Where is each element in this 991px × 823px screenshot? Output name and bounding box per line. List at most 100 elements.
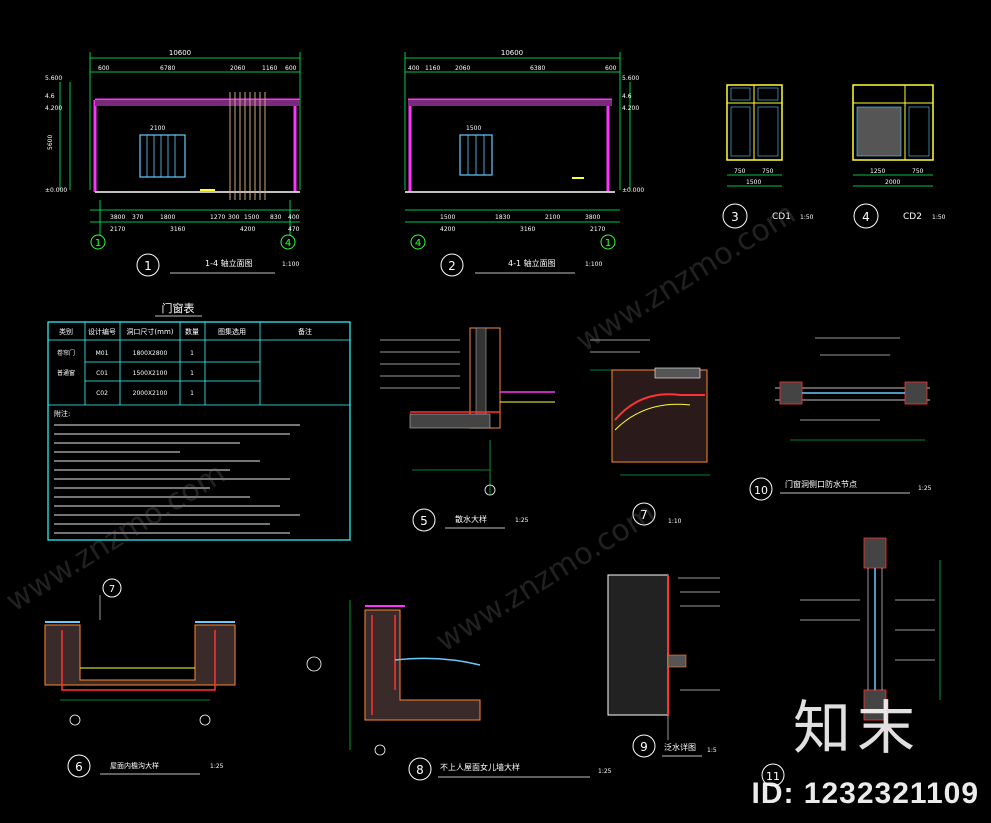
elev2-axis-left: 4	[415, 238, 421, 249]
elev2-dim-d: 6380	[530, 65, 545, 72]
elev1-bot-8: 400	[288, 214, 300, 221]
cd2-number: 4	[862, 210, 870, 224]
detail7-scale: 1:10	[668, 518, 682, 525]
elev1-level-2: 4.6	[45, 93, 55, 100]
detail8-title: 不上人屋面女儿墙大样	[440, 762, 520, 772]
detail6-scale: 1:25	[210, 763, 224, 770]
detail8-number: 8	[416, 763, 424, 777]
detail5-title: 散水大样	[455, 514, 487, 524]
detail6-callout: 7	[109, 584, 115, 595]
elev2-scale: 1:100	[585, 261, 602, 268]
elev2-window-dim: 1500	[466, 125, 481, 132]
elev1-bot2-4: 470	[288, 226, 300, 233]
table-header-6: 备注	[298, 327, 312, 336]
detail6-title: 屋面内檐沟大样	[110, 761, 159, 770]
elev2-number: 2	[448, 259, 456, 273]
cd1-part-1: 750	[734, 168, 746, 175]
cd2-part-2: 750	[912, 168, 924, 175]
table-header-3: 洞口尺寸(mm)	[126, 327, 173, 336]
table-header-5: 图集选用	[218, 327, 246, 336]
elev1-bot-6: 1500	[244, 214, 259, 221]
table-header-2: 设计编号	[88, 327, 116, 336]
elev1-bot-7: 830	[270, 214, 282, 221]
elev2-bot-2: 1830	[495, 214, 510, 221]
table-notes-title: 附注:	[54, 409, 70, 418]
table-title: 门窗表	[162, 301, 195, 315]
elev1-dim-d: 1160	[262, 65, 277, 72]
elev2-bot2-1: 4200	[440, 226, 455, 233]
cd2-scale: 1:50	[932, 214, 946, 221]
elev2-level-1: 5.600	[622, 75, 639, 82]
elev1-dim-e: 600	[285, 65, 297, 72]
elev2-title: 4-1 轴立面图	[508, 258, 556, 268]
elev2-level-2: 4.6	[622, 93, 632, 100]
table-cell-r2c2: C01	[96, 370, 108, 377]
elev1-axis-left: 1	[95, 238, 101, 249]
detail9-number: 9	[640, 740, 648, 754]
table-cell-r2c3: 1500X2100	[133, 370, 168, 377]
elev1-bot2-1: 2170	[110, 226, 125, 233]
cd2-part-1: 1250	[870, 168, 885, 175]
elev1-level-1: 5.600	[45, 75, 62, 82]
detail10-number: 10	[754, 484, 768, 497]
elev1-axis-right: 4	[285, 238, 291, 249]
detail10-title: 门窗洞侧口防水节点	[785, 479, 857, 489]
elev1-bot2-3: 4200	[240, 226, 255, 233]
cd1-width: 1500	[746, 179, 761, 186]
detail9-scale: 1:5	[707, 747, 717, 754]
elev2-dim-a: 400	[408, 65, 420, 72]
elev2-bot-4: 3800	[585, 214, 600, 221]
table-header-1: 类别	[59, 327, 73, 336]
elev1-level-3: 4.200	[45, 105, 62, 112]
elev1-title: 1-4 轴立面图	[205, 258, 253, 268]
table-cell-r3c4: 1	[190, 390, 194, 397]
detail10-scale: 1:25	[918, 485, 932, 492]
detail5-scale: 1:25	[515, 517, 529, 524]
table-header-4: 数量	[185, 327, 199, 336]
table-cell-r2c1: 普通窗	[57, 369, 75, 377]
elev1-bot-3: 1800	[160, 214, 175, 221]
table-cell-r1c3: 1800X2800	[133, 350, 168, 357]
elev2-bot-1: 1500	[440, 214, 455, 221]
elev1-level-4: ±0.000	[45, 187, 67, 194]
elev1-dim-c: 2060	[230, 65, 245, 72]
detail5-number: 5	[420, 514, 428, 528]
elev2-dim-c: 2060	[455, 65, 470, 72]
table-cell-r1c4: 1	[190, 350, 194, 357]
elev1-dim-a: 600	[98, 65, 110, 72]
table-cell-r3c3: 2000X2100	[133, 390, 168, 397]
elev1-dim-b: 6780	[160, 65, 175, 72]
elev2-dim-total: 10600	[501, 49, 523, 57]
detail9-title: 泛水详图	[664, 742, 696, 752]
elev2-bot2-3: 2170	[590, 226, 605, 233]
cd1-scale: 1:50	[800, 214, 814, 221]
elev2-dim-e: 600	[605, 65, 617, 72]
elev2-level-3: 4.200	[622, 105, 639, 112]
table-cell-r1c1: 卷帘门	[57, 349, 75, 357]
watermark-logo: 知末	[792, 694, 921, 762]
table-cell-r3c2: C02	[96, 390, 108, 397]
elev1-bot-5: 300	[228, 214, 240, 221]
cd1-number: 3	[731, 210, 739, 224]
table-cell-r1c2: M01	[96, 350, 109, 357]
elev2-dim-b: 1160	[425, 65, 440, 72]
cd1-part-2: 750	[762, 168, 774, 175]
elev2-bot-3: 2100	[545, 214, 560, 221]
elev2-axis-right: 1	[605, 238, 611, 249]
elev1-window-dim: 2100	[150, 125, 165, 132]
detail8-scale: 1:25	[598, 768, 612, 775]
cd2-width: 2000	[885, 179, 900, 186]
elev1-bot-2: 370	[132, 214, 144, 221]
elev1-bot2-2: 3160	[170, 226, 185, 233]
elev1-dim-total: 10600	[169, 49, 191, 57]
elev1-number: 1	[144, 259, 152, 273]
watermark-id: ID: 1232321109	[751, 777, 979, 810]
elev1-side-dim: 5600	[47, 135, 54, 150]
elev1-bot-4: 1270	[210, 214, 225, 221]
elev2-level-4: ±0.000	[622, 187, 644, 194]
elev2-bot2-2: 3160	[520, 226, 535, 233]
cd2-label: CD2	[903, 212, 922, 222]
detail6-number: 6	[75, 760, 83, 774]
elev1-scale: 1:100	[282, 261, 299, 268]
table-cell-r2c4: 1	[190, 370, 194, 377]
